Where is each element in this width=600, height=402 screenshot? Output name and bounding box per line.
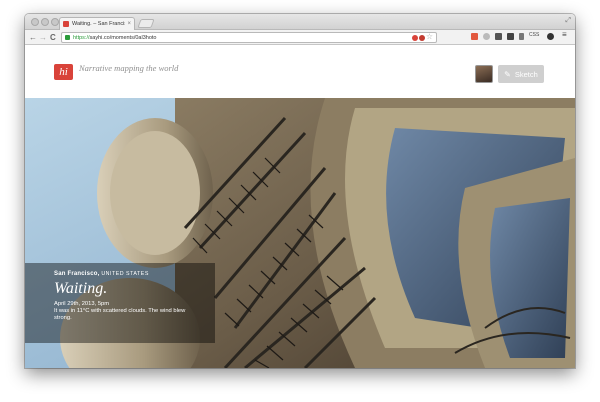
forward-button[interactable]: → — [39, 31, 47, 44]
new-tab-button[interactable] — [137, 19, 155, 28]
moment-date: April 29th, 2013, 5pm — [54, 301, 110, 307]
browser-window: Waiting. – San Francisco, ... × ⤢ ← → C … — [25, 14, 575, 368]
extension-square-icon[interactable] — [471, 33, 478, 40]
pocket-icon[interactable] — [495, 33, 502, 40]
moment-country[interactable]: UNITED STATES — [101, 271, 149, 277]
site-logo[interactable]: hi — [54, 64, 73, 80]
css-extension-icon[interactable]: CSS — [529, 32, 539, 38]
lock-icon — [65, 35, 70, 40]
sketch-button-label: Sketch — [514, 69, 538, 79]
bookmark-star-icon[interactable]: ☆ — [426, 32, 433, 41]
site-favicon-icon — [63, 21, 69, 27]
site-tagline: Narrative mapping the world — [79, 63, 179, 73]
browser-toolbar: ← → C https://sayhi.co/moments/0al3hoto … — [25, 30, 575, 45]
moment-description: It was in 11°C with scattered clouds. Th… — [54, 308, 186, 321]
active-tab[interactable]: Waiting. – San Francisco, ... × — [59, 17, 135, 30]
close-window-button[interactable] — [31, 18, 39, 26]
layers-icon[interactable] — [507, 33, 514, 40]
gear-icon[interactable] — [547, 33, 554, 40]
extension-circle-icon[interactable] — [483, 33, 490, 40]
moment-location: San Francisco, UNITED STATES — [54, 271, 205, 277]
pencil-icon: ✎ — [504, 69, 511, 79]
back-button[interactable]: ← — [29, 31, 37, 44]
adblock-icon[interactable] — [412, 35, 418, 41]
url-text: https://sayhi.co/moments/0al3hoto — [73, 34, 157, 41]
tab-close-icon[interactable]: × — [127, 21, 131, 27]
menu-icon[interactable]: ≡ — [562, 30, 567, 39]
tab-bar: Waiting. – San Francisco, ... × ⤢ — [25, 14, 575, 30]
user-avatar[interactable] — [475, 65, 493, 83]
sketch-button[interactable]: ✎ Sketch — [498, 65, 544, 83]
address-bar[interactable]: https://sayhi.co/moments/0al3hoto ☆ — [61, 32, 437, 43]
reload-button[interactable]: C — [50, 31, 56, 44]
moment-caption: San Francisco, UNITED STATES Waiting. Ap… — [25, 263, 215, 343]
fullscreen-icon[interactable]: ⤢ — [565, 17, 571, 25]
moment-city[interactable]: San Francisco, — [54, 271, 99, 277]
pen-extension-icon[interactable] — [519, 33, 524, 40]
record-icon[interactable] — [419, 35, 425, 41]
minimize-window-button[interactable] — [41, 18, 49, 26]
zoom-window-button[interactable] — [51, 18, 59, 26]
tab-title: Waiting. – San Francisco, ... — [72, 21, 125, 27]
moment-title: Waiting. — [54, 280, 108, 297]
site-header: hi Narrative mapping the world ✎ Sketch — [25, 46, 575, 98]
moment-photo: San Francisco, UNITED STATES Waiting. Ap… — [25, 98, 575, 368]
